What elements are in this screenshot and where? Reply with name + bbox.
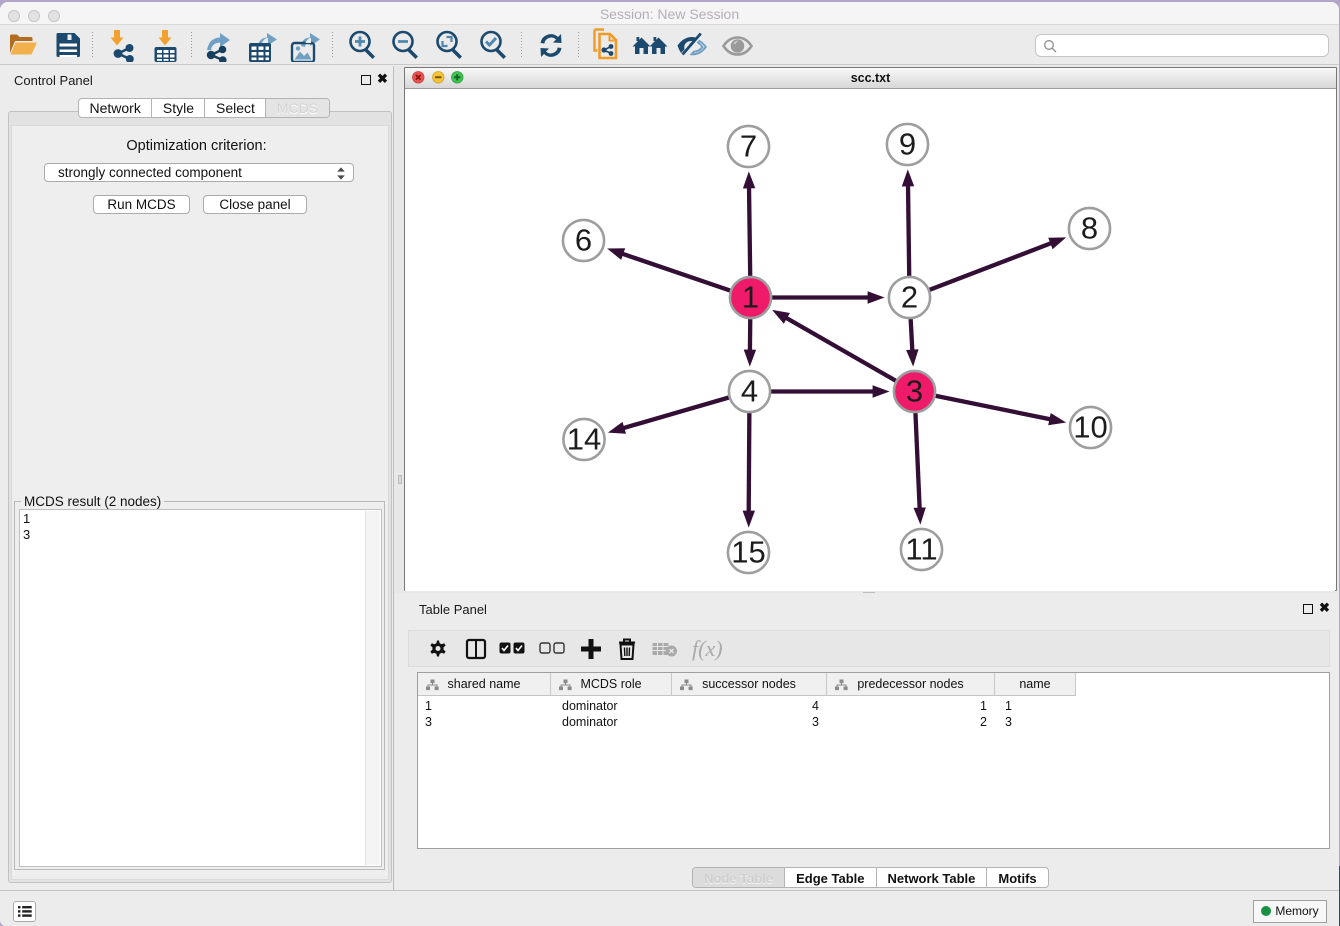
svg-text:15: 15 — [731, 534, 765, 569]
svg-text:2: 2 — [901, 279, 918, 314]
svg-text:4: 4 — [741, 373, 758, 408]
svg-text:7: 7 — [740, 128, 757, 163]
svg-text:10: 10 — [1073, 409, 1107, 444]
svg-text:6: 6 — [575, 222, 592, 257]
svg-text:8: 8 — [1081, 210, 1098, 245]
svg-text:3: 3 — [906, 373, 923, 408]
svg-text:11: 11 — [905, 531, 937, 566]
svg-text:9: 9 — [899, 126, 916, 161]
svg-text:14: 14 — [567, 421, 601, 456]
svg-text:1: 1 — [742, 279, 759, 314]
